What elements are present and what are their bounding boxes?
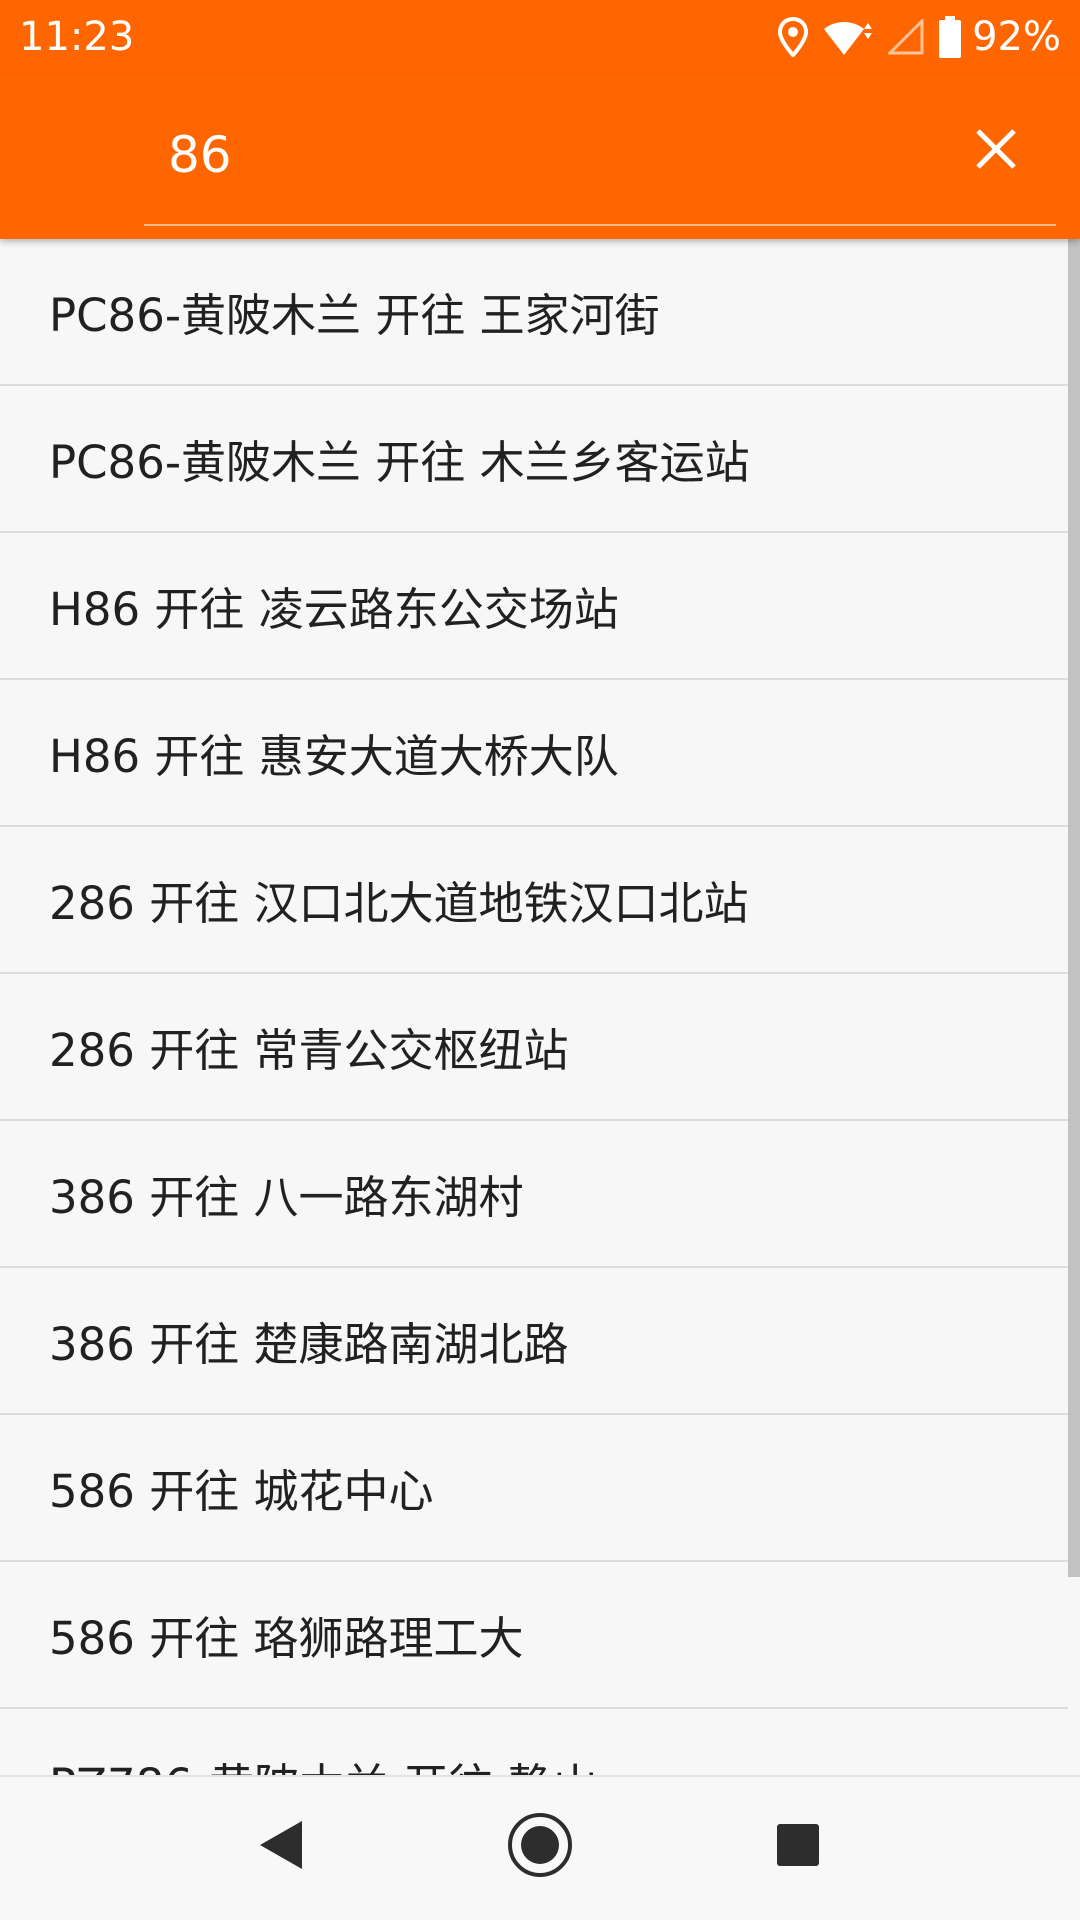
search-underline <box>144 224 1056 226</box>
back-icon <box>256 1819 304 1875</box>
status-time: 11:23 <box>19 14 135 60</box>
list-item[interactable]: 386 开往 楚康路南湖北路 <box>0 1268 1068 1415</box>
home-icon <box>507 1812 573 1882</box>
list-item[interactable]: 386 开往 八一路东湖村 <box>0 1121 1068 1268</box>
status-bar: 11:23 92% <box>0 0 1080 75</box>
list-item[interactable]: H86 开往 凌云路东公交场站 <box>0 533 1068 680</box>
battery-icon <box>938 16 962 58</box>
recents-icon <box>775 1822 821 1872</box>
signal-icon <box>888 19 924 55</box>
search-input[interactable] <box>168 115 928 195</box>
list-item[interactable]: PC86-黄陂木兰 开往 木兰乡客运站 <box>0 386 1068 533</box>
scrollbar[interactable] <box>1068 239 1080 1577</box>
clear-search-button[interactable] <box>960 111 1032 191</box>
wifi-icon <box>822 17 874 57</box>
back-button[interactable] <box>240 1807 320 1887</box>
search-header <box>0 75 1080 239</box>
list-item[interactable]: 286 开往 常青公交枢纽站 <box>0 974 1068 1121</box>
list-item[interactable]: H86 开往 惠安大道大桥大队 <box>0 680 1068 827</box>
list-item[interactable]: 286 开往 汉口北大道地铁汉口北站 <box>0 827 1068 974</box>
navigation-bar <box>0 1775 1080 1920</box>
close-icon <box>974 127 1018 175</box>
status-icons: 92% <box>764 10 1061 64</box>
results-list[interactable]: PC86-黄陂木兰 开往 王家河街 PC86-黄陂木兰 开往 木兰乡客运站 H8… <box>0 239 1068 1775</box>
list-item[interactable]: PZ786-黄陂木兰 开往 静山 <box>0 1709 1068 1775</box>
home-button[interactable] <box>500 1807 580 1887</box>
list-item[interactable]: 586 开往 城花中心 <box>0 1415 1068 1562</box>
battery-percent: 92% <box>972 14 1061 60</box>
list-item[interactable]: PC86-黄陂木兰 开往 王家河街 <box>0 239 1068 386</box>
recents-button[interactable] <box>758 1807 838 1887</box>
list-item[interactable]: 586 开往 珞狮路理工大 <box>0 1562 1068 1709</box>
location-icon <box>778 17 809 57</box>
